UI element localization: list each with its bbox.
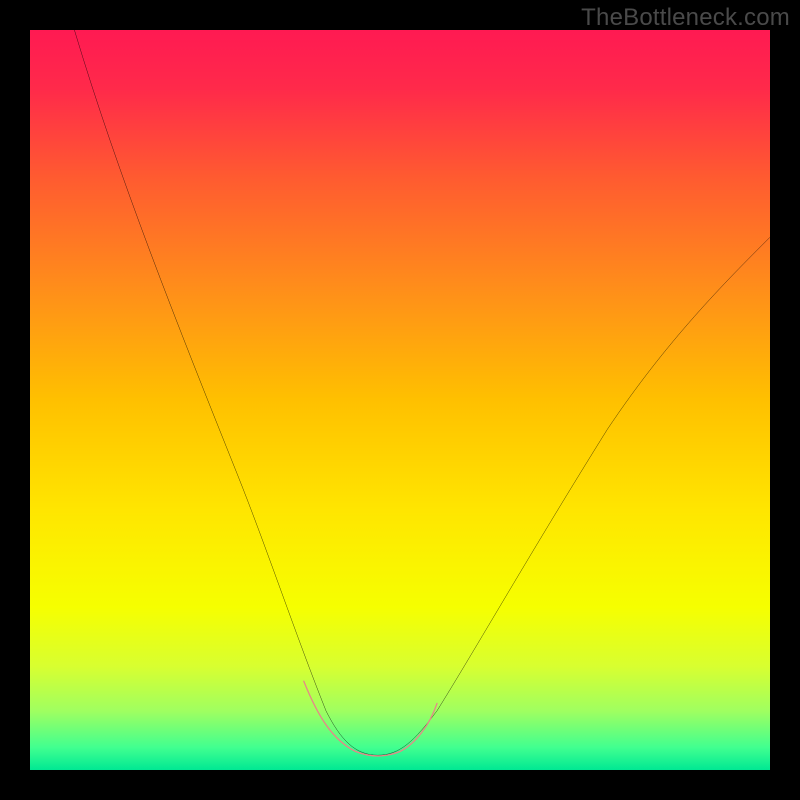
plot-area [30, 30, 770, 770]
curve-layer [30, 30, 770, 770]
chart-frame: TheBottleneck.com [0, 0, 800, 800]
watermark-text: TheBottleneck.com [581, 4, 790, 32]
bottleneck-curve [74, 30, 770, 755]
sweet-spot-marker [304, 681, 437, 756]
